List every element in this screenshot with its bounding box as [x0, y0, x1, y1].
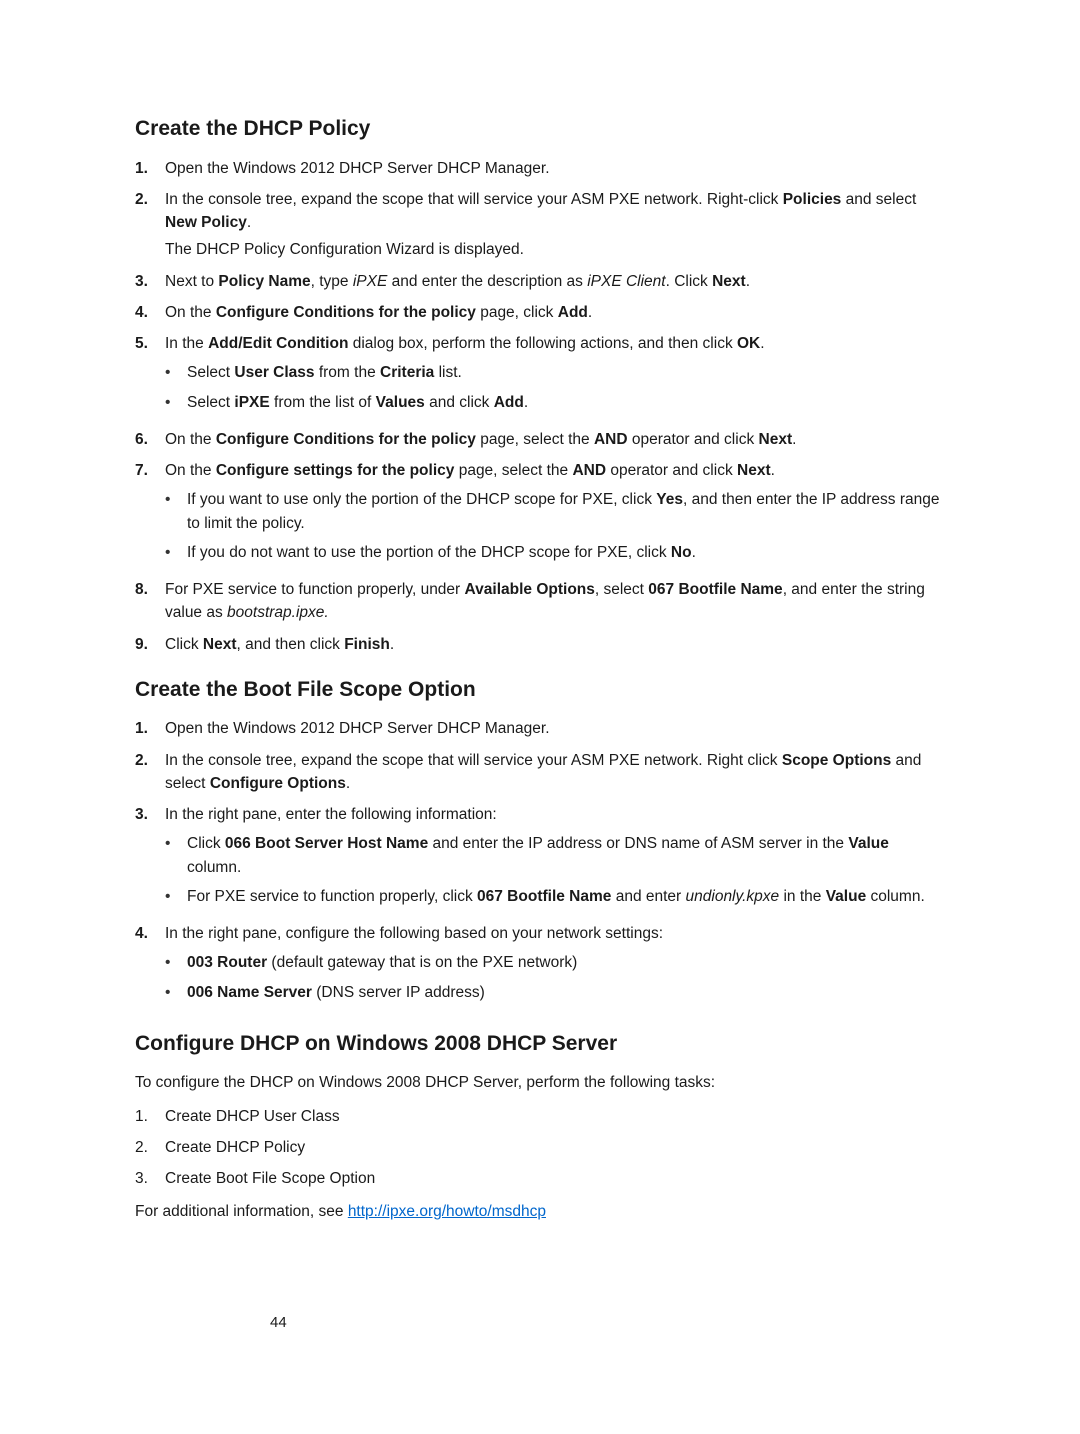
list-item: 2.In the console tree, expand the scope … [135, 749, 945, 796]
list-item: 1.Open the Windows 2012 DHCP Server DHCP… [135, 717, 945, 740]
list-item: 1.Open the Windows 2012 DHCP Server DHCP… [135, 157, 945, 180]
list-content: On the Configure Conditions for the poli… [165, 301, 945, 324]
boot-file-scope-list: 1.Open the Windows 2012 DHCP Server DHCP… [135, 717, 945, 1010]
list-number: 1. [135, 1105, 165, 1128]
list-content: On the Configure settings for the policy… [165, 459, 945, 570]
list-number: 4. [135, 922, 165, 1010]
bullet-content: Click 066 Boot Server Host Name and ente… [187, 832, 945, 879]
bullet-item: •006 Name Server (DNS server IP address) [165, 981, 945, 1004]
bullet-item: •Select iPXE from the list of Values and… [165, 391, 945, 414]
heading-create-dhcp-policy: Create the DHCP Policy [135, 113, 945, 145]
list-content: In the console tree, expand the scope th… [165, 749, 945, 796]
list-content: Next to Policy Name, type iPXE and enter… [165, 270, 945, 293]
list-content: Open the Windows 2012 DHCP Server DHCP M… [165, 717, 945, 740]
list-number: 9. [135, 633, 165, 656]
bullet-dot-icon: • [165, 951, 187, 974]
bullet-item: •For PXE service to function properly, c… [165, 885, 945, 908]
bullet-dot-icon: • [165, 885, 187, 908]
page-number: 44 [270, 1312, 287, 1335]
bullet-item: •Click 066 Boot Server Host Name and ent… [165, 832, 945, 879]
bullet-list: •Click 066 Boot Server Host Name and ent… [165, 832, 945, 908]
bullet-list: •If you want to use only the portion of … [165, 488, 945, 564]
list-item: 9.Click Next, and then click Finish. [135, 633, 945, 656]
bullet-list: •003 Router (default gateway that is on … [165, 951, 945, 1004]
footer-prefix: For additional information, see [135, 1203, 348, 1220]
list-number: 6. [135, 428, 165, 451]
bullet-content: 003 Router (default gateway that is on t… [187, 951, 945, 974]
list-number: 1. [135, 717, 165, 740]
section3-footer: For additional information, see http://i… [135, 1200, 945, 1223]
bullet-dot-icon: • [165, 488, 187, 535]
bullet-content: Select User Class from the Criteria list… [187, 361, 945, 384]
list-item: 7.On the Configure settings for the poli… [135, 459, 945, 570]
list-item: 3.Create Boot File Scope Option [135, 1167, 945, 1190]
bullet-dot-icon: • [165, 361, 187, 384]
heading-create-boot-file-scope-option: Create the Boot File Scope Option [135, 674, 945, 706]
bullet-item: •If you do not want to use the portion o… [165, 541, 945, 564]
bullet-item: •003 Router (default gateway that is on … [165, 951, 945, 974]
list-item: 5.In the Add/Edit Condition dialog box, … [135, 332, 945, 420]
list-item: 2.Create DHCP Policy [135, 1136, 945, 1159]
list-subtext: The DHCP Policy Configuration Wizard is … [165, 238, 945, 261]
list-number: 8. [135, 578, 165, 625]
list-content: In the console tree, expand the scope th… [165, 188, 945, 262]
ipxe-link[interactable]: http://ipxe.org/howto/msdhcp [348, 1203, 546, 1220]
section3-intro: To configure the DHCP on Windows 2008 DH… [135, 1071, 945, 1094]
list-item: 3.Next to Policy Name, type iPXE and ent… [135, 270, 945, 293]
list-content: In the Add/Edit Condition dialog box, pe… [165, 332, 945, 420]
list-content: On the Configure Conditions for the poli… [165, 428, 945, 451]
list-content: In the right pane, enter the following i… [165, 803, 945, 914]
bullet-dot-icon: • [165, 541, 187, 564]
bullet-content: For PXE service to function properly, cl… [187, 885, 945, 908]
bullet-dot-icon: • [165, 981, 187, 1004]
list-item: 1.Create DHCP User Class [135, 1105, 945, 1128]
list-item: 2.In the console tree, expand the scope … [135, 188, 945, 262]
list-content: Open the Windows 2012 DHCP Server DHCP M… [165, 157, 945, 180]
list-item: 8.For PXE service to function properly, … [135, 578, 945, 625]
list-number: 7. [135, 459, 165, 570]
list-number: 1. [135, 157, 165, 180]
list-number: 5. [135, 332, 165, 420]
bullet-item: •Select User Class from the Criteria lis… [165, 361, 945, 384]
bullet-list: •Select User Class from the Criteria lis… [165, 361, 945, 414]
list-item: 4.In the right pane, configure the follo… [135, 922, 945, 1010]
list-item: 6.On the Configure Conditions for the po… [135, 428, 945, 451]
bullet-dot-icon: • [165, 391, 187, 414]
bullet-item: •If you want to use only the portion of … [165, 488, 945, 535]
list-item: 3.In the right pane, enter the following… [135, 803, 945, 914]
list-number: 3. [135, 803, 165, 914]
list-content: In the right pane, configure the followi… [165, 922, 945, 1010]
heading-configure-dhcp-2008: Configure DHCP on Windows 2008 DHCP Serv… [135, 1028, 945, 1060]
list-item: 4.On the Configure Conditions for the po… [135, 301, 945, 324]
list-number: 2. [135, 749, 165, 796]
list-content: For PXE service to function properly, un… [165, 578, 945, 625]
list-number: 2. [135, 1136, 165, 1159]
list-content: Create DHCP Policy [165, 1136, 945, 1159]
bullet-content: If you want to use only the portion of t… [187, 488, 945, 535]
list-content: Create DHCP User Class [165, 1105, 945, 1128]
list-content: Create Boot File Scope Option [165, 1167, 945, 1190]
bullet-content: Select iPXE from the list of Values and … [187, 391, 945, 414]
list-number: 3. [135, 270, 165, 293]
bullet-dot-icon: • [165, 832, 187, 879]
bullet-content: If you do not want to use the portion of… [187, 541, 945, 564]
list-number: 4. [135, 301, 165, 324]
bullet-content: 006 Name Server (DNS server IP address) [187, 981, 945, 1004]
list-number: 2. [135, 188, 165, 262]
list-number: 3. [135, 1167, 165, 1190]
list-content: Click Next, and then click Finish. [165, 633, 945, 656]
configure-dhcp-2008-list: 1.Create DHCP User Class2.Create DHCP Po… [135, 1105, 945, 1191]
dhcp-policy-list: 1.Open the Windows 2012 DHCP Server DHCP… [135, 157, 945, 656]
